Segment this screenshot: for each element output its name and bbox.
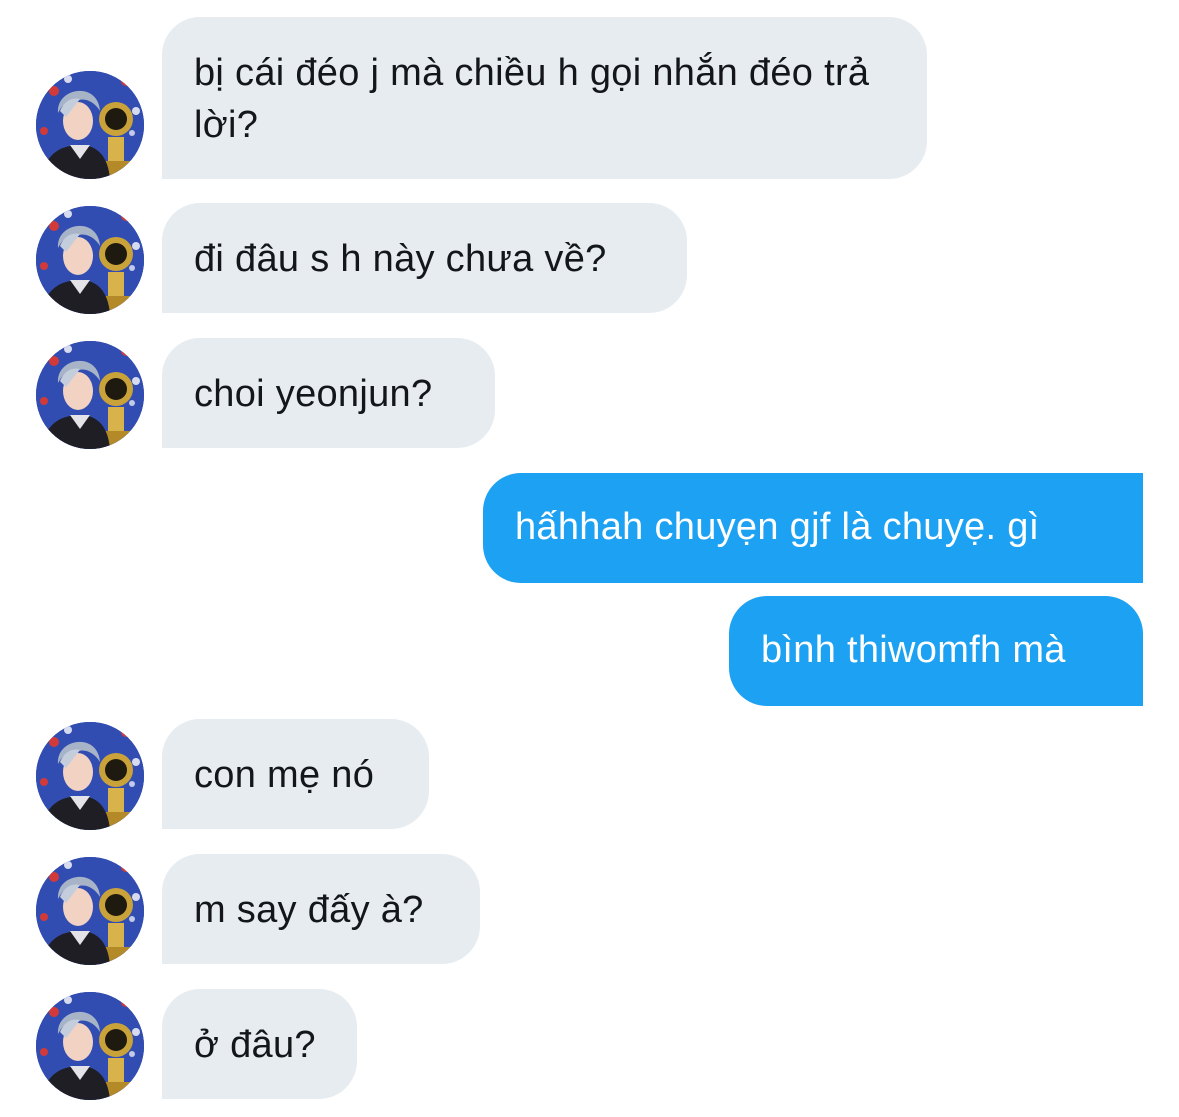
message-text: con mẹ nó xyxy=(194,754,375,796)
contact-avatar[interactable] xyxy=(36,992,144,1100)
sent-message-bubble[interactable]: hấhhah chuyẹn gjf là chuyẹ. gì xyxy=(483,473,1143,583)
message-text: m say đấy à? xyxy=(194,889,424,931)
message-text: đi đâu s h này chưa về? xyxy=(194,238,607,280)
received-message-bubble[interactable]: m say đấy à? xyxy=(162,854,480,964)
message-text: bị cái đéo j mà chiều h gọi nhắn đéo trả… xyxy=(194,52,870,146)
sent-message-bubble[interactable]: bình thiwomfh mà xyxy=(729,596,1143,706)
received-message-bubble[interactable]: đi đâu s h này chưa về? xyxy=(162,203,687,313)
contact-avatar[interactable] xyxy=(36,722,144,830)
contact-avatar[interactable] xyxy=(36,206,144,314)
contact-avatar[interactable] xyxy=(36,341,144,449)
received-message-bubble[interactable]: ở đâu? xyxy=(162,989,357,1099)
message-text: choi yeonjun? xyxy=(194,373,433,415)
received-message-bubble[interactable]: con mẹ nó xyxy=(162,719,429,829)
contact-avatar[interactable] xyxy=(36,857,144,965)
message-text: hấhhah chuyẹn gjf là chuyẹ. gì xyxy=(515,506,1040,548)
received-message-bubble[interactable]: choi yeonjun? xyxy=(162,338,495,448)
dm-conversation: bị cái đéo j mà chiều h gọi nhắn đéo trả… xyxy=(0,0,1179,1117)
received-message-bubble[interactable]: bị cái đéo j mà chiều h gọi nhắn đéo trả… xyxy=(162,17,927,179)
contact-avatar[interactable] xyxy=(36,71,144,179)
message-text: ở đâu? xyxy=(194,1024,316,1066)
message-text: bình thiwomfh mà xyxy=(761,629,1066,671)
